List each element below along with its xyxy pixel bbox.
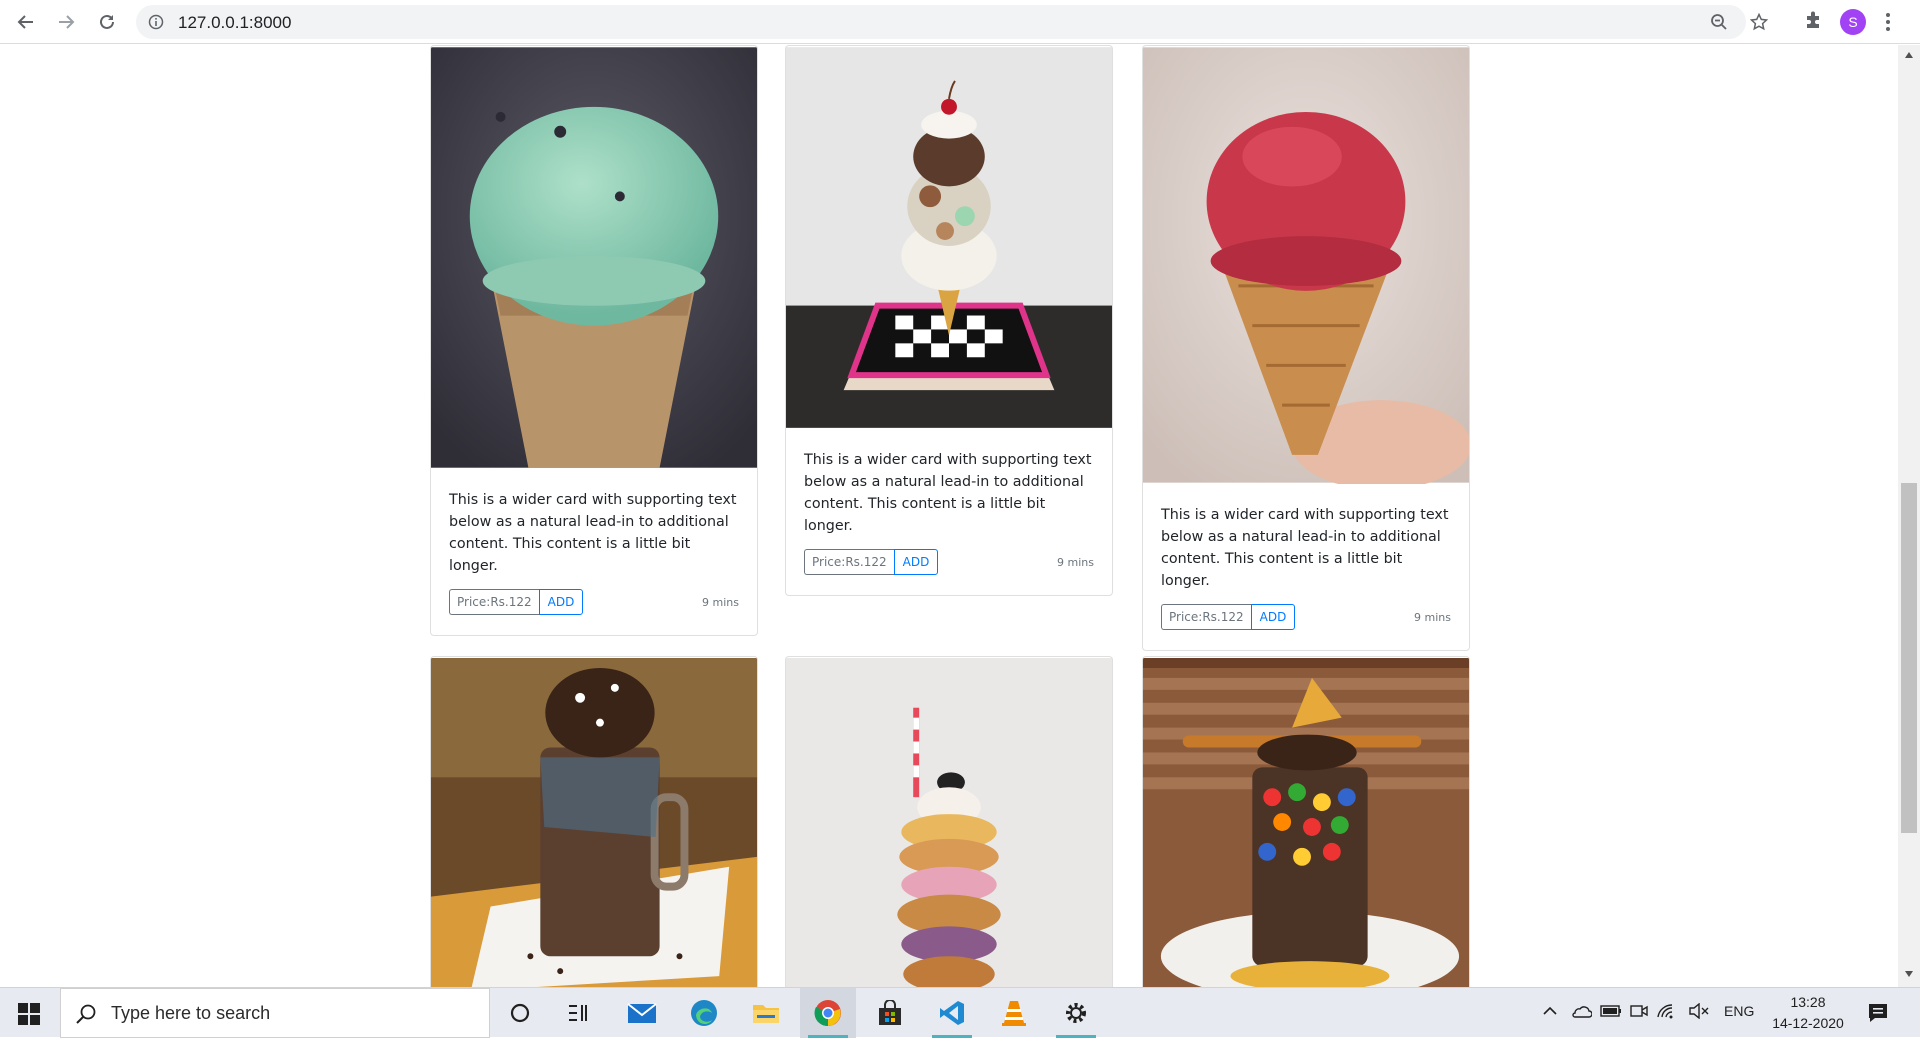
card-body: This is a wider card with supporting tex… [786, 429, 1112, 595]
card-description: This is a wider card with supporting tex… [804, 452, 1092, 534]
windows-taskbar: Type here to search ENG 13:28 14-12-2020 [0, 987, 1920, 1038]
notification-icon[interactable] [1867, 1002, 1889, 1024]
wifi-icon[interactable] [1656, 1003, 1676, 1019]
chrome-icon [814, 1000, 841, 1027]
edge-icon [691, 1000, 717, 1026]
add-button[interactable]: ADD [538, 589, 584, 615]
forward-arrow-icon [59, 15, 75, 29]
button-group: Price:Rs.122 ADD [804, 549, 939, 575]
chrome-app[interactable] [800, 988, 856, 1038]
cortana-button[interactable] [492, 988, 548, 1038]
forward-button[interactable] [50, 6, 82, 38]
battery-icon[interactable] [1600, 1003, 1622, 1019]
prep-time: 9 mins [1414, 610, 1451, 624]
mail-icon [627, 1003, 657, 1023]
search-placeholder: Type here to search [111, 1003, 271, 1023]
vlc-icon [1002, 1001, 1026, 1026]
product-card [1142, 656, 1470, 987]
back-button[interactable] [10, 6, 42, 38]
system-clock[interactable]: 13:28 14-12-2020 [1760, 992, 1856, 1034]
product-card: This is a wider card with supporting tex… [1142, 45, 1470, 651]
vscode-icon [940, 1001, 964, 1025]
product-card: This is a wider card with supporting tex… [430, 45, 758, 636]
page-viewport: This is a wider card with supporting tex… [0, 45, 1898, 987]
task-view-button[interactable] [550, 988, 606, 1038]
scrollbar-thumb[interactable] [1901, 483, 1917, 833]
edge-app[interactable] [676, 988, 732, 1038]
prep-time: 9 mins [702, 595, 739, 609]
vscode-app[interactable] [924, 988, 980, 1038]
reload-icon [100, 14, 114, 29]
price-button[interactable]: Price:Rs.122 [449, 589, 539, 615]
product-card: This is a wider card with supporting tex… [785, 45, 1113, 596]
volume-muted-icon[interactable] [1688, 1003, 1710, 1019]
card-description: This is a wider card with supporting tex… [1161, 507, 1449, 589]
task-view-icon [569, 1005, 587, 1021]
card-body: This is a wider card with supporting tex… [1143, 484, 1469, 650]
meet-now-icon[interactable] [1630, 1003, 1648, 1019]
store-bag-icon [879, 1000, 901, 1025]
card-image-red-ice-cream [1143, 47, 1469, 484]
price-button[interactable]: Price:Rs.122 [804, 549, 894, 575]
card-image-mint-ice-cream [431, 47, 757, 468]
add-button[interactable]: ADD [1250, 604, 1296, 630]
page-scrollbar[interactable] [1898, 45, 1920, 987]
clock-date: 14-12-2020 [1772, 1015, 1844, 1031]
add-button[interactable]: ADD [893, 549, 939, 575]
back-arrow-icon [17, 15, 33, 29]
card-footer: Price:Rs.122 ADD 9 mins [1161, 604, 1451, 630]
card-description: This is a wider card with supporting tex… [449, 492, 737, 574]
button-group: Price:Rs.122 ADD [1161, 604, 1296, 630]
product-card [785, 656, 1113, 987]
card-image-chocolate-freakshake [431, 658, 757, 987]
zoom-icon[interactable] [1710, 13, 1728, 31]
extensions-icon[interactable] [1803, 10, 1823, 30]
file-explorer-app[interactable] [738, 988, 794, 1038]
mail-app[interactable] [614, 988, 670, 1038]
card-body: This is a wider card with supporting tex… [431, 469, 757, 635]
language-indicator[interactable]: ENG [1724, 1003, 1754, 1019]
store-app[interactable] [862, 988, 918, 1038]
search-icon [76, 1004, 96, 1024]
scroll-down-icon[interactable] [1904, 970, 1914, 978]
info-icon[interactable] [148, 14, 164, 30]
product-card [430, 656, 758, 987]
taskbar-search[interactable]: Type here to search [60, 988, 490, 1038]
browser-toolbar: 127.0.0.1:8000 S [0, 0, 1920, 44]
prep-time: 9 mins [1057, 555, 1094, 569]
price-button[interactable]: Price:Rs.122 [1161, 604, 1251, 630]
card-image-candy-freakshake [1143, 658, 1469, 987]
card-footer: Price:Rs.122 ADD 9 mins [804, 549, 1094, 575]
gear-icon [1066, 1003, 1086, 1023]
url-text[interactable]: 127.0.0.1:8000 [178, 13, 291, 33]
button-group: Price:Rs.122 ADD [449, 589, 584, 615]
card-image-donut-stack [786, 658, 1112, 987]
card-image-tall-sundae [786, 47, 1112, 428]
vlc-app[interactable] [986, 988, 1042, 1038]
bookmark-star-icon[interactable] [1750, 13, 1768, 31]
card-footer: Price:Rs.122 ADD 9 mins [449, 589, 739, 615]
menu-kebab-icon[interactable] [1885, 11, 1891, 33]
onedrive-icon[interactable] [1570, 1003, 1592, 1019]
address-bar[interactable]: 127.0.0.1:8000 [136, 5, 1768, 39]
cortana-icon [510, 1003, 530, 1023]
chevron-up-icon[interactable] [1542, 1003, 1558, 1019]
reload-button[interactable] [91, 6, 123, 38]
settings-app[interactable] [1048, 988, 1104, 1038]
scroll-up-icon[interactable] [1904, 51, 1914, 59]
windows-start-icon[interactable] [18, 1003, 40, 1025]
folder-icon [753, 1005, 779, 1023]
profile-avatar[interactable]: S [1840, 9, 1866, 35]
clock-time: 13:28 [1790, 994, 1826, 1010]
